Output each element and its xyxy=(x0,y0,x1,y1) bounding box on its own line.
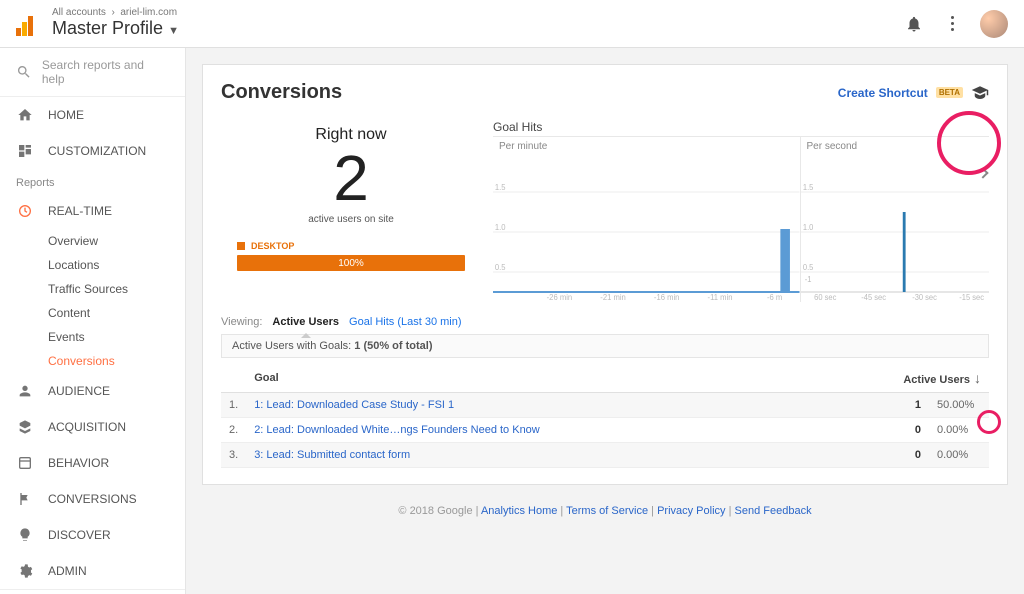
breadcrumb-accounts[interactable]: All accounts xyxy=(52,7,106,18)
charts-title: Goal Hits xyxy=(493,120,989,134)
rt-overview[interactable]: Overview xyxy=(0,229,185,253)
svg-text:-45 sec: -45 sec xyxy=(861,293,886,302)
sidebar-collapse[interactable]: ‹ xyxy=(0,589,185,594)
per-minute-chart: 1.5 1.0 0.5 -26 min -21 min -16 min -11 … xyxy=(493,162,800,302)
goal-link[interactable]: 1: Lead: Downloaded Case Study - FSI 1 xyxy=(254,399,454,411)
svg-text:-16 min: -16 min xyxy=(654,293,680,302)
col-active-users[interactable]: Active Users↓ xyxy=(879,364,989,393)
acquisition-icon xyxy=(16,418,34,436)
breadcrumb-property[interactable]: ariel-lim.com xyxy=(120,7,177,18)
svg-text:1.0: 1.0 xyxy=(495,223,506,232)
bulb-icon xyxy=(16,526,34,544)
table-row: 2. 2: Lead: Downloaded White…ngs Founder… xyxy=(221,418,989,443)
report-card: Conversions Create Shortcut BETA Right n… xyxy=(202,64,1008,485)
nav-conversions[interactable]: CONVERSIONS xyxy=(0,481,185,517)
flag-icon xyxy=(16,490,34,508)
svg-text:-15 sec: -15 sec xyxy=(959,293,984,302)
goal-hits-charts: Goal Hits Per minute 1.5 1.0 0.5 xyxy=(481,120,989,302)
goal-link[interactable]: 2: Lead: Downloaded White…ngs Founders N… xyxy=(254,424,540,436)
viewing-label: Viewing: xyxy=(221,316,262,328)
svg-text:0.5: 0.5 xyxy=(802,263,812,272)
per-second-chart: 1.5 1.0 0.5 - -1 60 sec -45 sec -30 sec xyxy=(801,162,989,302)
home-icon xyxy=(16,106,34,124)
tab-goal-hits[interactable]: Goal Hits (Last 30 min) xyxy=(349,316,461,328)
sort-descending-icon: ↓ xyxy=(974,370,981,386)
beta-badge: BETA xyxy=(936,87,963,98)
rt-locations[interactable]: Locations xyxy=(0,253,185,277)
rt-traffic-sources[interactable]: Traffic Sources xyxy=(0,277,185,301)
svg-text:1.5: 1.5 xyxy=(495,183,506,192)
search-input[interactable]: Search reports and help xyxy=(0,48,185,97)
device-color-chip xyxy=(237,242,245,250)
per-minute-label: Per minute xyxy=(493,137,800,156)
svg-text:0.5: 0.5 xyxy=(495,263,506,272)
customization-icon xyxy=(16,142,34,160)
footer-analytics-home[interactable]: Analytics Home xyxy=(481,505,557,517)
svg-text:-30 sec: -30 sec xyxy=(912,293,937,302)
create-shortcut-link[interactable]: Create Shortcut xyxy=(838,86,928,100)
sidebar: Search reports and help HOME CUSTOMIZATI… xyxy=(0,48,186,594)
footer-terms[interactable]: Terms of Service xyxy=(566,505,648,517)
tab-active-users[interactable]: Active Users xyxy=(272,316,339,328)
nav-acquisition[interactable]: ACQUISITION xyxy=(0,409,185,445)
more-menu-icon[interactable] xyxy=(942,14,962,34)
nav-discover[interactable]: DISCOVER xyxy=(0,517,185,553)
svg-text:-11 min: -11 min xyxy=(708,293,733,302)
nav-behavior[interactable]: BEHAVIOR xyxy=(0,445,185,481)
col-goal[interactable]: Goal xyxy=(246,364,879,393)
breadcrumb: All accounts › ariel-lim.com Master Prof… xyxy=(52,7,904,40)
goal-link[interactable]: 3: Lead: Submitted contact form xyxy=(254,449,410,461)
footer-privacy[interactable]: Privacy Policy xyxy=(657,505,725,517)
svg-text:1.5: 1.5 xyxy=(802,183,812,192)
svg-text:1.0: 1.0 xyxy=(802,223,813,232)
behavior-icon xyxy=(16,454,34,472)
active-users-label: active users on site xyxy=(233,214,469,225)
rt-conversions[interactable]: Conversions xyxy=(0,349,185,373)
nav-admin[interactable]: ADMIN xyxy=(0,553,185,589)
svg-text:-26 min: -26 min xyxy=(547,293,573,302)
svg-text:60 sec: 60 sec xyxy=(814,293,836,302)
main-content: Conversions Create Shortcut BETA Right n… xyxy=(186,48,1024,594)
svg-text:-1: -1 xyxy=(804,275,811,284)
active-users-count: 2 xyxy=(233,146,469,210)
education-icon[interactable] xyxy=(971,84,989,102)
page-title: Conversions xyxy=(221,81,342,104)
caret-down-icon: ▼ xyxy=(165,25,179,37)
nav-realtime[interactable]: REAL-TIME xyxy=(0,193,185,229)
table-row: 1. 1: Lead: Downloaded Case Study - FSI … xyxy=(221,393,989,418)
clock-icon xyxy=(16,202,34,220)
profile-selector[interactable]: Master Profile ▼ xyxy=(52,18,904,40)
viewing-tabs: Viewing: Active Users Goal Hits (Last 30… xyxy=(221,306,989,328)
svg-text:-6 m: -6 m xyxy=(767,293,782,302)
device-name: DESKTOP xyxy=(251,241,294,251)
page-footer: © 2018 Google | Analytics Home | Terms o… xyxy=(202,485,1008,517)
active-users-block: Right now 2 active users on site DESKTOP… xyxy=(221,120,481,302)
table-row: 3. 3: Lead: Submitted contact form 0 0.0… xyxy=(221,443,989,468)
footer-feedback[interactable]: Send Feedback xyxy=(735,505,812,517)
search-icon xyxy=(16,64,32,80)
device-percentage-bar: 100% xyxy=(237,255,465,271)
app-header: All accounts › ariel-lim.com Master Prof… xyxy=(0,0,1024,48)
goals-table: Goal Active Users↓ 1. 1: Lead: Downloade… xyxy=(221,364,989,468)
per-second-label: Per second xyxy=(801,137,989,156)
search-placeholder: Search reports and help xyxy=(42,58,169,86)
person-icon xyxy=(16,382,34,400)
filter-summary: Active Users with Goals: 1 (50% of total… xyxy=(221,334,989,358)
nav-customization[interactable]: CUSTOMIZATION xyxy=(0,133,185,169)
notifications-icon[interactable] xyxy=(904,14,924,34)
rt-events[interactable]: Events xyxy=(0,325,185,349)
nav-home[interactable]: HOME xyxy=(0,97,185,133)
gear-icon xyxy=(16,562,34,580)
ga-logo-icon xyxy=(16,12,40,36)
svg-text:-21 min: -21 min xyxy=(600,293,626,302)
reports-label: Reports xyxy=(0,169,185,193)
nav-audience[interactable]: AUDIENCE xyxy=(0,373,185,409)
rt-content[interactable]: Content xyxy=(0,301,185,325)
user-avatar[interactable] xyxy=(980,10,1008,38)
